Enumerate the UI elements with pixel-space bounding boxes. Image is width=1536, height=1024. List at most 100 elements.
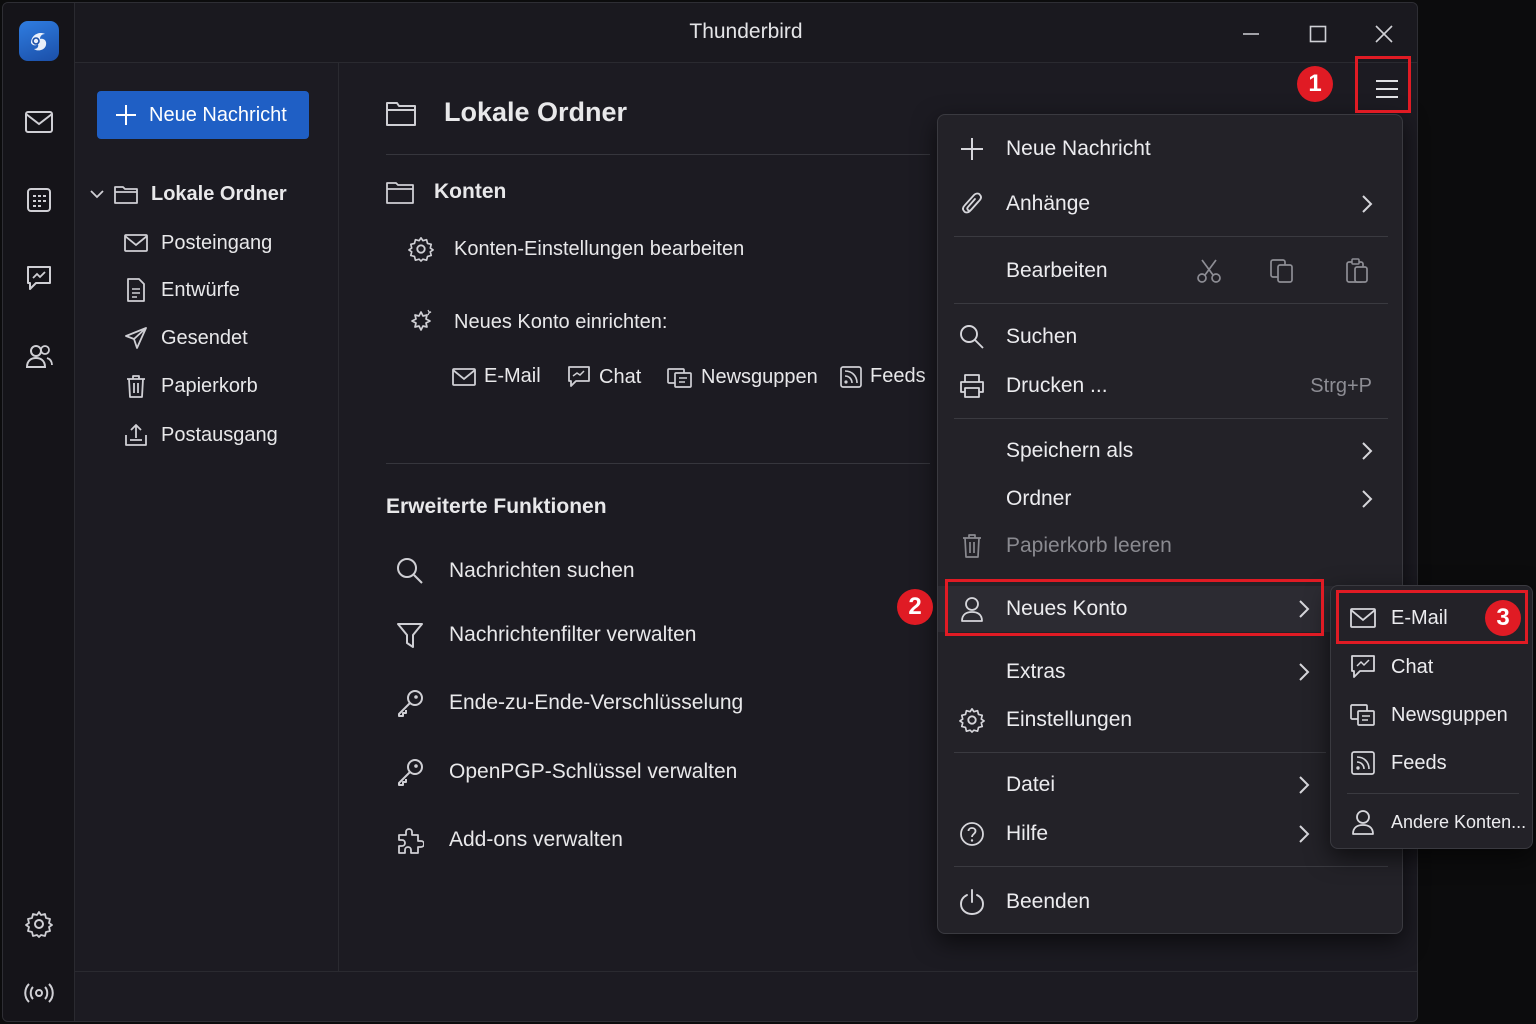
menu-quit[interactable]: Beenden [938,879,1402,925]
printer-icon [958,372,986,400]
folder-label: Entwürfe [161,278,240,301]
newsgroups-icon [1349,701,1377,729]
gear-icon [958,706,986,734]
status-bar [75,971,1417,1021]
outbox-icon [123,422,149,448]
menu-separator [954,866,1388,867]
setup-email-label: E-Mail [484,365,541,387]
menu-label: Ordner [1006,487,1072,510]
mail-icon [452,367,476,386]
e2e-encryption-label: Ende-zu-Ende-Verschlüsselung [449,691,744,714]
rss-feed-icon [840,365,862,388]
highlight-box-app-menu [1355,56,1411,113]
chevron-down-icon[interactable] [89,186,105,202]
menu-label: Newsguppen [1391,703,1508,726]
calendar-icon[interactable] [21,182,57,218]
setup-newsgroups-link[interactable]: Newsguppen [667,365,818,389]
page-header: Lokale Ordner [386,97,627,128]
setup-chat-link[interactable]: Chat [567,365,641,389]
cut-icon[interactable] [1196,258,1222,284]
setup-email-link[interactable]: E-Mail [452,365,541,388]
trash-icon [123,373,149,399]
folder-item-drafts[interactable]: Entwürfe [123,277,240,303]
copy-icon[interactable] [1269,258,1295,284]
chat-icon [1349,653,1377,681]
spaces-toolbar [3,3,75,1021]
chevron-right-icon [1362,442,1373,460]
menu-search[interactable]: Suchen [938,314,1402,360]
folder-item-inbox[interactable]: Posteingang [123,230,272,256]
account-row-local-folders[interactable]: Lokale Ordner [89,181,287,207]
folder-item-outbox[interactable]: Postausgang [123,422,278,448]
settings-icon[interactable] [21,906,57,942]
account-central: Lokale Ordner Konten Konten-Einstellunge… [340,63,940,971]
step-badge-2: 2 [897,589,933,625]
menu-save-as[interactable]: Speichern als [938,428,1402,474]
menu-label: Papierkorb leeren [1006,534,1172,557]
folder-item-trash[interactable]: Papierkorb [123,373,258,399]
thunderbird-logo-icon[interactable] [19,21,59,61]
chevron-right-icon [1299,825,1310,843]
openpgp-keys-link[interactable]: OpenPGP-Schlüssel verwalten [396,758,737,786]
menu-label: Feeds [1391,751,1447,774]
newsgroups-icon [667,368,692,388]
setup-new-account-row: Neues Konto einrichten: [408,309,667,335]
mail-icon[interactable] [21,104,57,140]
new-message-button[interactable]: Neue Nachricht [97,91,309,139]
power-icon [958,888,986,916]
menu-new-message[interactable]: Neue Nachricht [938,126,1402,172]
sent-icon [123,325,149,351]
account-label: Lokale Ordner [151,182,287,205]
menu-attachments[interactable]: Anhänge [938,181,1402,227]
folder-item-sent[interactable]: Gesendet [123,325,248,351]
address-book-icon[interactable] [21,338,57,374]
message-filters-link[interactable]: Nachrichtenfilter verwalten [396,621,696,649]
divider [386,463,930,464]
menu-separator [954,303,1388,304]
submenu-other-accounts[interactable]: Andere Konten... [1331,800,1532,844]
submenu-feeds[interactable]: Feeds [1331,741,1532,785]
folder-icon [386,101,416,126]
folder-pane: Neue Nachricht Lokale Ordner Posteingang… [75,63,339,971]
addons-link[interactable]: Add-ons verwalten [396,826,623,854]
menu-print[interactable]: Drucken ... Strg+P [938,363,1402,409]
search-icon [958,323,986,351]
close-window-button[interactable] [1367,17,1401,51]
paste-icon[interactable] [1344,258,1370,284]
folder-label: Postausgang [161,423,278,446]
search-messages-link[interactable]: Nachrichten suchen [396,557,635,585]
maximize-button[interactable] [1301,17,1335,51]
minimize-button[interactable] [1234,17,1268,51]
submenu-chat[interactable]: Chat [1331,645,1532,689]
chevron-right-icon [1362,195,1373,213]
accounts-heading: Konten [434,180,507,203]
trash-icon [958,532,986,560]
activity-icon[interactable] [21,975,57,1011]
edit-account-settings-link[interactable]: Konten-Einstellungen bearbeiten [408,236,744,262]
sparkle-settings-icon [411,309,432,331]
menu-folder[interactable]: Ordner [938,476,1402,522]
chat-icon[interactable] [21,260,57,296]
step-badge-3: 3 [1485,600,1521,636]
addons-label: Add-ons verwalten [449,828,623,851]
menu-label: Beenden [1006,890,1091,913]
setup-feeds-link[interactable]: Feeds [840,365,926,388]
edit-settings-label: Konten-Einstellungen bearbeiten [454,237,745,260]
e2e-encryption-link[interactable]: Ende-zu-Ende-Verschlüsselung [396,689,743,717]
menu-empty-trash[interactable]: Papierkorb leeren [938,523,1402,569]
page-title: Lokale Ordner [444,97,628,127]
menu-separator [954,418,1388,419]
gear-icon [408,237,434,262]
menu-label: Speichern als [1006,439,1134,462]
new-message-label: Neue Nachricht [149,103,287,126]
drafts-icon [123,277,149,303]
accounts-section-header: Konten [386,180,506,204]
folder-label: Papierkorb [161,374,258,397]
menu-label: Datei [1006,773,1056,796]
setup-newsgroups-label: Newsguppen [701,365,818,388]
menu-label: Drucken ... [1006,374,1108,397]
divider [386,154,930,155]
submenu-newsgroups[interactable]: Newsguppen [1331,693,1532,737]
setup-feeds-label: Feeds [870,365,926,387]
paperclip-icon [958,190,986,218]
